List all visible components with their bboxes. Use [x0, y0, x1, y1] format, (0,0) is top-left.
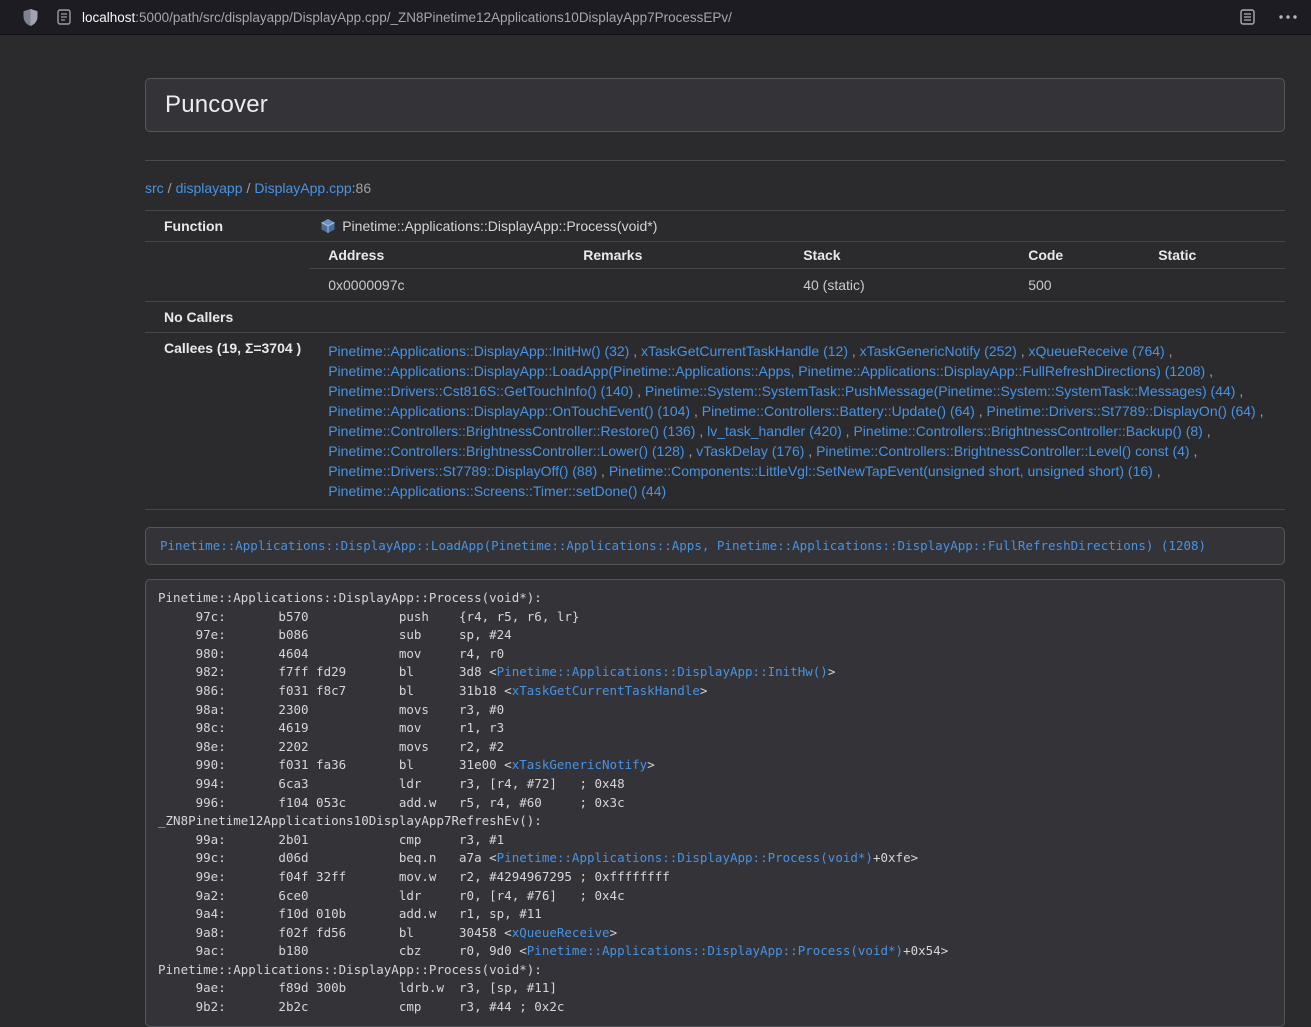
table-row: Callees (19, Σ=3704 ) Pinetime::Applicat… [145, 333, 1285, 510]
no-callers-cell [309, 302, 1285, 333]
callee-separator: , [629, 343, 641, 359]
browser-chrome: localhost:5000/path/src/displayapp/Displ… [0, 0, 1311, 35]
breadcrumb-file[interactable]: DisplayApp.cpp [254, 180, 351, 196]
symbol-link[interactable]: Pinetime::Applications::DisplayApp::Init… [497, 664, 828, 679]
url-host: localhost [82, 10, 135, 25]
column-header-code: Code [1009, 242, 1139, 269]
callees-label: Callees (19, Σ=3704 ) [145, 333, 309, 510]
callee-link[interactable]: xQueueReceive (764) [1029, 343, 1165, 359]
function-cell: Pinetime::Applications::DisplayApp::Proc… [309, 211, 1285, 242]
tracking-shield-icon[interactable] [22, 8, 39, 27]
column-header-static: Static [1139, 242, 1285, 269]
callee-separator: , [1256, 403, 1264, 419]
callee-link[interactable]: Pinetime::Controllers::BrightnessControl… [328, 443, 684, 459]
stats-table-cell: Address Remarks Stack Code Static 0x0000… [309, 242, 1285, 302]
symbol-link[interactable]: xTaskGetCurrentTaskHandle [512, 683, 700, 698]
callee-separator: , [690, 403, 702, 419]
breadcrumb-separator: / [247, 180, 251, 196]
static-value [1139, 269, 1285, 302]
empty-row-label [145, 242, 309, 302]
table-row: 0x0000097c 40 (static) 500 [309, 269, 1285, 302]
callees-list: Pinetime::Applications::DisplayApp::Init… [309, 333, 1285, 510]
selected-symbol-link[interactable]: Pinetime::Applications::DisplayApp::Load… [160, 538, 1206, 553]
symbol-link[interactable]: xQueueReceive [512, 925, 610, 940]
callee-link[interactable]: Pinetime::Applications::DisplayApp::Init… [328, 343, 629, 359]
app-header: Puncover [145, 78, 1285, 132]
callee-link[interactable]: Pinetime::Drivers::St7789::DisplayOff() … [328, 463, 597, 479]
callee-link[interactable]: vTaskDelay (176) [696, 443, 804, 459]
callee-link[interactable]: Pinetime::Controllers::Battery::Update()… [702, 403, 975, 419]
table-row: Address Remarks Stack Code Static 0x0000… [145, 242, 1285, 302]
stats-table: Address Remarks Stack Code Static 0x0000… [309, 242, 1285, 301]
symbol-link[interactable]: Pinetime::Applications::DisplayApp::Proc… [497, 850, 873, 865]
address-value: 0x0000097c [309, 269, 564, 302]
column-header-stack: Stack [784, 242, 1009, 269]
url-path: :5000/path/src/displayapp/DisplayApp.cpp… [135, 10, 732, 25]
page-icon [57, 9, 71, 25]
function-info-table: Function Pinetime::Applications::Display… [145, 210, 1285, 510]
stack-value: 40 (static) [784, 269, 1009, 302]
page-container: Puncover src/displayapp/DisplayApp.cpp:8… [145, 78, 1285, 1027]
breadcrumb-separator: / [168, 180, 172, 196]
callee-separator: , [695, 423, 707, 439]
disassembly-code: Pinetime::Applications::DisplayApp::Proc… [145, 579, 1285, 1027]
callee-link[interactable]: xTaskGetCurrentTaskHandle (12) [641, 343, 848, 359]
overflow-menu-icon[interactable] [1279, 15, 1297, 19]
callee-separator: , [842, 423, 854, 439]
callee-separator: , [1190, 443, 1198, 459]
symbol-link[interactable]: xTaskGenericNotify [512, 757, 647, 772]
selected-symbol-panel: Pinetime::Applications::DisplayApp::Load… [145, 527, 1285, 565]
callee-separator: , [1203, 423, 1211, 439]
breadcrumb: src/displayapp/DisplayApp.cpp:86 [145, 178, 1285, 198]
function-row-label: Function [145, 211, 309, 242]
callee-link[interactable]: Pinetime::Applications::DisplayApp::OnTo… [328, 403, 690, 419]
callee-link[interactable]: Pinetime::Controllers::BrightnessControl… [328, 423, 695, 439]
callee-link[interactable]: xTaskGenericNotify (252) [860, 343, 1017, 359]
breadcrumb-src[interactable]: src [145, 180, 164, 196]
column-header-remarks: Remarks [564, 242, 784, 269]
callee-separator: , [633, 383, 645, 399]
callee-separator: , [685, 443, 697, 459]
method-cube-icon [320, 218, 336, 234]
page-title: Puncover [165, 91, 1265, 119]
callee-separator: , [1165, 343, 1173, 359]
callee-separator: , [1017, 343, 1029, 359]
no-callers-label: No Callers [145, 302, 309, 333]
callee-link[interactable]: Pinetime::Drivers::Cst816S::GetTouchInfo… [328, 383, 633, 399]
callee-link[interactable]: Pinetime::System::SystemTask::PushMessag… [645, 383, 1236, 399]
callee-link[interactable]: Pinetime::Components::LittleVgl::SetNewT… [609, 463, 1153, 479]
code-value: 500 [1009, 269, 1139, 302]
callee-separator: , [1153, 463, 1161, 479]
callee-link[interactable]: Pinetime::Controllers::BrightnessControl… [853, 423, 1202, 439]
callee-separator: , [975, 403, 987, 419]
callee-link[interactable]: Pinetime::Applications::DisplayApp::Load… [328, 363, 1205, 379]
function-name: Pinetime::Applications::DisplayApp::Proc… [342, 218, 657, 234]
callee-link[interactable]: Pinetime::Drivers::St7789::DisplayOn() (… [987, 403, 1256, 419]
remarks-value [564, 269, 784, 302]
callee-separator: , [1205, 363, 1213, 379]
callee-separator: , [848, 343, 860, 359]
url-bar[interactable]: localhost:5000/path/src/displayapp/Displ… [82, 10, 1220, 25]
column-header-address: Address [309, 242, 564, 269]
symbol-link[interactable]: Pinetime::Applications::DisplayApp::Proc… [527, 943, 903, 958]
callee-link[interactable]: lv_task_handler (420) [707, 423, 842, 439]
callee-link[interactable]: Pinetime::Controllers::BrightnessControl… [816, 443, 1189, 459]
callee-separator: , [804, 443, 816, 459]
chrome-actions [1240, 9, 1297, 25]
divider [145, 160, 1285, 161]
table-header-row: Address Remarks Stack Code Static [309, 242, 1285, 269]
callee-link[interactable]: Pinetime::Applications::Screens::Timer::… [328, 483, 666, 499]
table-row: Function Pinetime::Applications::Display… [145, 211, 1285, 242]
reader-view-icon[interactable] [1240, 9, 1255, 25]
table-row: No Callers [145, 302, 1285, 333]
callee-separator: , [1235, 383, 1243, 399]
breadcrumb-displayapp[interactable]: displayapp [176, 180, 243, 196]
breadcrumb-line-number: :86 [352, 180, 371, 196]
callee-separator: , [597, 463, 609, 479]
